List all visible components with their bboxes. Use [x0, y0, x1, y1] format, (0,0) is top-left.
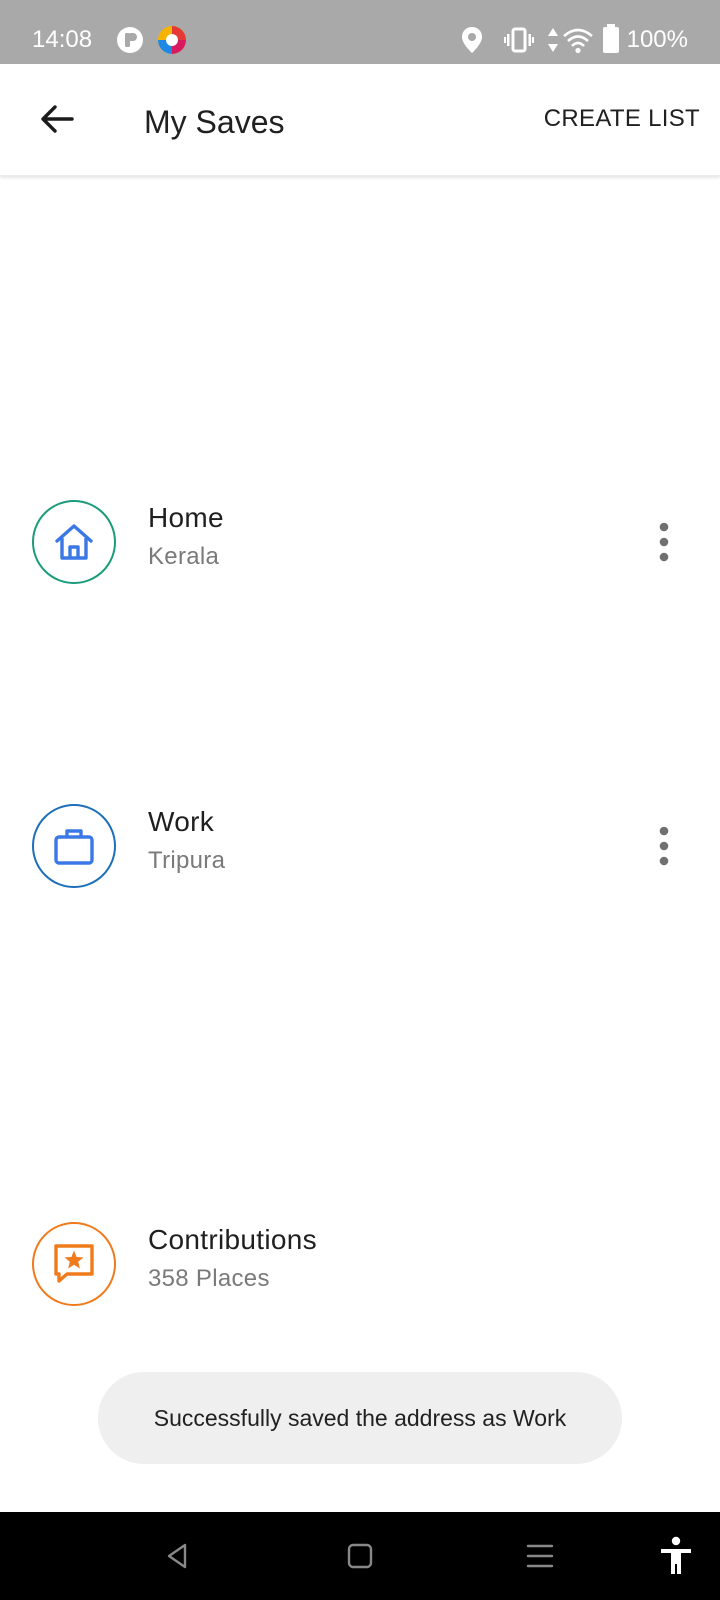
- back-button[interactable]: [28, 90, 86, 148]
- more-vert-icon: [659, 826, 669, 866]
- briefcase-icon: [54, 829, 94, 865]
- toast-text: Successfully saved the address as Work: [153, 1404, 567, 1431]
- battery-icon: [603, 24, 619, 53]
- home-icon-circle: [32, 500, 116, 584]
- nav-home-button[interactable]: [336, 1532, 384, 1580]
- location-icon: [462, 27, 482, 53]
- home-square-icon: [347, 1543, 373, 1569]
- more-options-button[interactable]: [644, 514, 684, 570]
- contributions-icon-circle: [32, 1222, 116, 1306]
- list-item-subtitle: Tripura: [148, 847, 226, 874]
- list-item-title: Work: [148, 806, 215, 837]
- home-icon: [55, 524, 93, 560]
- nav-accessibility-button[interactable]: [652, 1532, 700, 1580]
- list-item-work[interactable]: Work Tripura: [0, 786, 720, 906]
- data-arrows-icon: [548, 28, 558, 52]
- status-bar: 14:08 100%: [0, 0, 720, 64]
- star-message-icon: [54, 1244, 94, 1283]
- work-icon-circle: [32, 804, 116, 888]
- nav-recents-button[interactable]: [516, 1532, 564, 1580]
- list-item-title: Contributions: [148, 1224, 317, 1255]
- app-bar: My Saves CREATE LIST: [0, 64, 720, 176]
- more-options-button[interactable]: [644, 818, 684, 874]
- more-vert-icon: [659, 522, 669, 562]
- recents-menu-icon: [526, 1544, 554, 1568]
- toast-message: Successfully saved the address as Work: [98, 1372, 622, 1464]
- list-item-home[interactable]: Home Kerala: [0, 482, 720, 602]
- list-item-subtitle: 358 Places: [148, 1265, 270, 1292]
- list-item-subtitle: Kerala: [148, 543, 220, 570]
- page-title: My Saves: [144, 104, 285, 140]
- list-item-title: Home: [148, 502, 224, 533]
- list-item-contributions[interactable]: Contributions 358 Places: [0, 1204, 720, 1324]
- colorful-app-icon: [158, 26, 186, 54]
- arrow-back-icon: [41, 105, 74, 133]
- battery-percentage: 100%: [626, 26, 688, 53]
- nav-back-button[interactable]: [154, 1532, 202, 1580]
- wifi-icon: [563, 28, 593, 54]
- accessibility-icon: [661, 1536, 691, 1574]
- navigation-bar: [0, 1512, 720, 1600]
- back-triangle-icon: [167, 1543, 187, 1569]
- create-list-button[interactable]: CREATE LIST: [544, 104, 700, 134]
- app-notification-icon: [117, 27, 143, 53]
- vibrate-icon: [504, 27, 534, 53]
- status-time: 14:08: [32, 26, 93, 53]
